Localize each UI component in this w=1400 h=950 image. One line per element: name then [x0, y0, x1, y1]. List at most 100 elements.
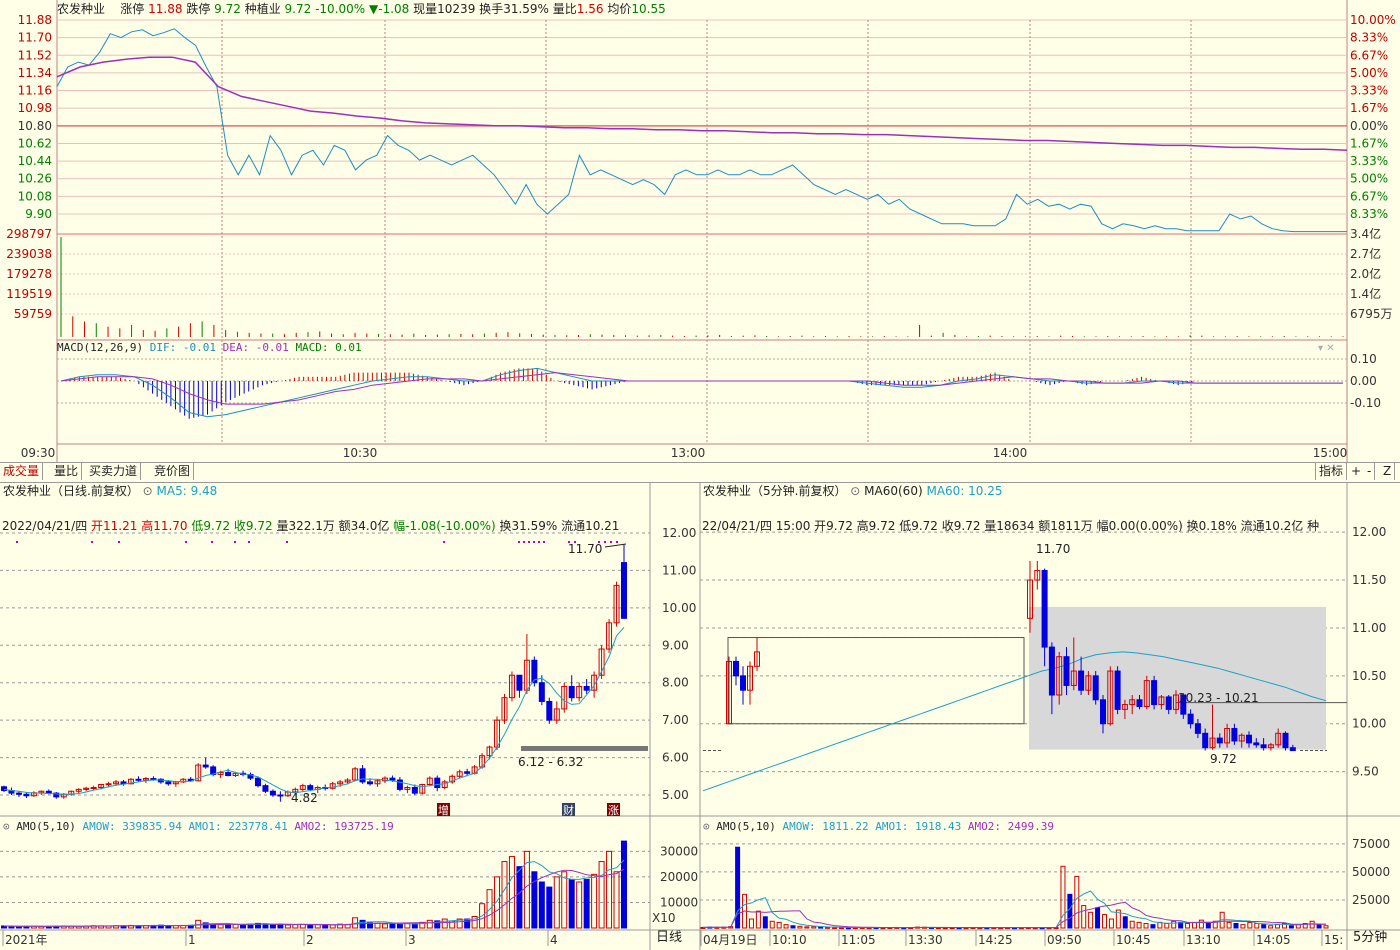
macd-tick-label: 0.10	[1350, 352, 1377, 366]
daily-candle	[606, 622, 613, 650]
daily-amo-bar	[456, 918, 463, 929]
gear-icon[interactable]: ⊙	[850, 484, 860, 498]
m5-amo-bar	[949, 927, 955, 930]
m5-candle	[1070, 670, 1077, 686]
m5-amo-bar	[1309, 920, 1315, 929]
intraday-chart[interactable]: 11.88 10.00% 11.70 8.33% 11.52 6.67% 11.34 5.00…	[0, 0, 1400, 462]
daily-amo-tick: 30000	[660, 844, 698, 858]
m5-candle	[1282, 732, 1289, 749]
daily-info-date: 2022/04/21/四	[2, 519, 92, 533]
m5-amo-bar	[1178, 921, 1184, 929]
m5-amo-bar	[838, 927, 844, 930]
macd-collapse-icons[interactable]: ▾ ✕	[1318, 342, 1335, 356]
m5-amo-bar	[1012, 927, 1017, 930]
daily-event-marker	[607, 803, 620, 816]
daily-top-marker	[234, 541, 236, 543]
m5-amo-bar	[852, 927, 858, 930]
daily-candle	[269, 790, 276, 796]
daily-amo-bar	[187, 924, 194, 929]
time-axis-label: 14:00	[993, 446, 1028, 460]
daily-candle	[165, 781, 172, 785]
m5-amo-bar	[804, 926, 810, 929]
m5-amo-bar	[928, 926, 934, 929]
plus-button[interactable]: +	[1348, 463, 1366, 480]
tab-auction[interactable]: 竞价图	[151, 463, 195, 480]
daily-amo-bar	[449, 920, 456, 929]
daily-top-marker	[443, 541, 445, 543]
volume-tick-label: 59759	[14, 307, 52, 321]
daily-candle	[120, 781, 127, 785]
daily-candle	[553, 708, 560, 721]
pct-tick-label: 8.33%	[1350, 31, 1388, 45]
tab-volume-ratio[interactable]: 量比	[51, 463, 83, 480]
daily-amo-bar	[411, 923, 418, 929]
tab-volume[interactable]: 成交量	[0, 463, 44, 480]
gear-icon[interactable]: ⊙	[143, 484, 153, 498]
m5-day2-range-box	[1029, 606, 1326, 750]
daily-top-marker	[610, 541, 612, 543]
daily-candle	[494, 719, 501, 748]
m5-candle	[1260, 744, 1267, 749]
m5-amo-bar	[1018, 927, 1024, 930]
m5-amo-bar	[887, 927, 893, 930]
z-button[interactable]: Z	[1380, 463, 1396, 480]
daily-candle	[180, 778, 187, 783]
daily-top-marker	[16, 541, 18, 543]
m5-amo-bar	[866, 927, 872, 930]
m5-ma-badge: MA60(60)	[864, 484, 923, 498]
daily-candle	[113, 781, 120, 785]
daily-candle	[8, 790, 15, 794]
daily-amo-bar	[508, 855, 515, 929]
m5-candle	[1151, 680, 1158, 706]
m5-period-label[interactable]: 5分钟	[1353, 931, 1387, 945]
daily-candle	[127, 778, 134, 785]
macd-label: MACD(12,26,9)	[57, 341, 144, 354]
m5-time-label: 04月19日	[703, 933, 758, 947]
daily-period-label[interactable]: 日线	[656, 931, 682, 945]
m5-amo-bar	[1122, 916, 1128, 929]
m5-candle	[1202, 732, 1209, 749]
gear-icon[interactable]: ⊙	[3, 820, 10, 833]
amo-1: AMO1: 223778.41	[188, 820, 288, 833]
daily-candle	[150, 778, 157, 781]
daily-date-label: 3	[408, 933, 416, 947]
m5-amo-bar	[1143, 923, 1149, 929]
daily-candle	[486, 746, 493, 757]
m5-amo-bar	[783, 924, 789, 929]
minus-button[interactable]: -	[1364, 463, 1376, 480]
daily-date-label: 1	[188, 933, 196, 947]
m5-amo-bar	[1046, 927, 1052, 930]
m5-amo-bar	[825, 926, 831, 929]
daily-candle	[411, 787, 418, 794]
gear-icon[interactable]: ⊙	[703, 820, 710, 833]
indicator-button[interactable]: 指标	[1315, 463, 1348, 480]
daily-candle	[284, 791, 291, 797]
daily-amo-bar	[75, 925, 82, 929]
daily-amo-unit: X10	[652, 911, 676, 925]
m5-amo-w: AMOW: 1811.22	[782, 820, 869, 833]
m5-candle	[1187, 713, 1194, 725]
daily-event-marker-label: 财	[563, 803, 574, 817]
daily-candle	[135, 778, 142, 781]
daily-candle	[60, 793, 67, 798]
m5-amo-1: AMO1: 1918.43	[875, 820, 962, 833]
volume-right-tick-label: 2.7亿	[1350, 246, 1381, 261]
daily-amo-bar	[135, 925, 142, 929]
daily-top-marker	[574, 541, 576, 543]
m5-candle	[1180, 694, 1187, 715]
daily-amo-bar	[486, 889, 493, 929]
daily-info-low: 低9.72	[191, 519, 234, 533]
daily-candle	[479, 755, 486, 768]
m5-amo-bar	[1212, 920, 1218, 929]
daily-top-marker	[91, 541, 93, 543]
m5-amo-bar	[970, 927, 976, 930]
m5-amo-bar	[748, 918, 754, 929]
m5-amo-bar	[735, 846, 741, 929]
time-axis-label: 09:30	[21, 446, 56, 460]
daily-amo-bar	[225, 924, 232, 929]
daily-candle	[367, 781, 374, 785]
tab-buy-sell-power[interactable]: 买卖力道	[86, 463, 142, 480]
daily-ma-badge: MA5: 9.48	[156, 484, 218, 498]
avg-price-line	[56, 56, 1348, 152]
m5-candle	[1041, 569, 1048, 648]
